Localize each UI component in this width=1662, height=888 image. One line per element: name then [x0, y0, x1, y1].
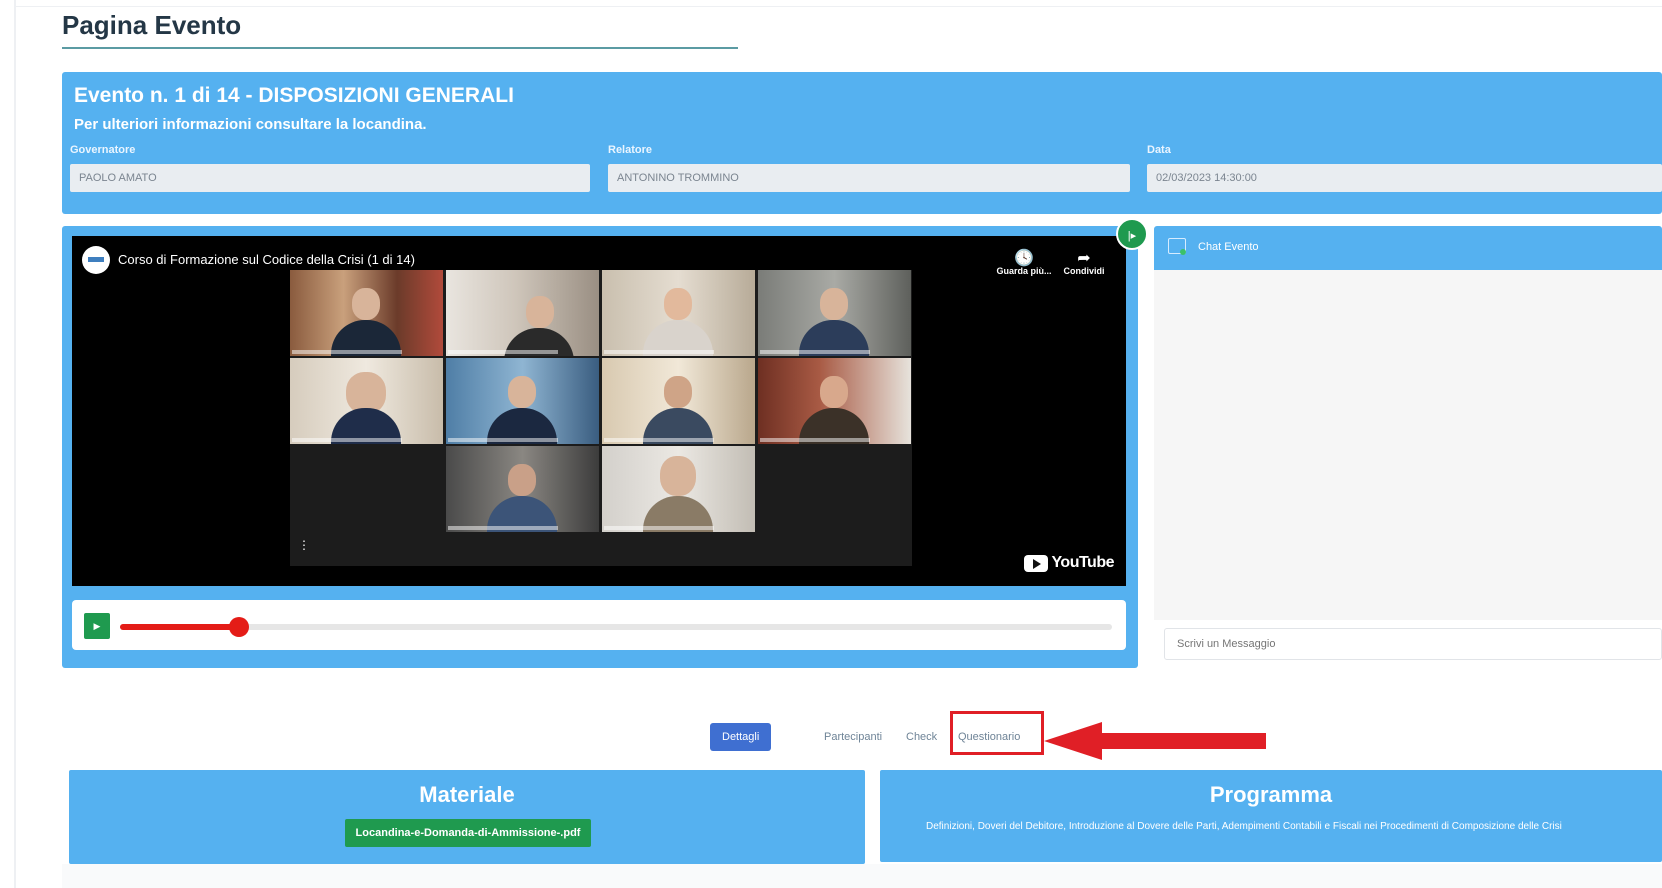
content-footer [62, 864, 1662, 888]
participant-tile [602, 270, 755, 356]
participant-tile [602, 358, 755, 444]
play-button[interactable]: ▶ [84, 613, 110, 639]
chat-message-input[interactable] [1164, 628, 1662, 660]
participant-tile [446, 270, 599, 356]
play-icon: ▶ [93, 621, 101, 631]
materials-card: Materiale Locandina-e-Domanda-di-Ammissi… [69, 770, 865, 864]
video-player[interactable]: Corso di Formazione sul Codice della Cri… [72, 236, 1126, 586]
download-file-button[interactable]: Locandina-e-Domanda-di-Ammissione-.pdf [345, 819, 591, 847]
annotation-arrow-icon [1044, 722, 1266, 760]
share-button[interactable]: ➦ Condividi [1054, 248, 1114, 276]
program-heading: Programma [1209, 782, 1333, 807]
annotation-highlight-box [950, 711, 1044, 755]
tab-dettagli-evento[interactable]: Dettagli Evento [710, 723, 772, 771]
participant-tile [290, 270, 443, 356]
video-card: Corso di Formazione sul Codice della Cri… [62, 226, 1138, 668]
chat-title: Chat Evento [1198, 241, 1259, 253]
tab-partecipanti[interactable]: Partecipanti [824, 723, 882, 751]
share-label: Condividi [1063, 266, 1105, 276]
top-border [14, 6, 1662, 7]
player-controls: ▶ [72, 600, 1126, 650]
youtube-play-icon [1024, 554, 1049, 572]
sidebar-toggle-icon: |▸ [1127, 230, 1137, 242]
participant-tile [290, 358, 443, 444]
channel-avatar[interactable] [82, 246, 110, 274]
chat-avatar-icon [1168, 238, 1186, 255]
participant-tile [758, 270, 911, 356]
chat-input-area [1154, 620, 1662, 670]
youtube-logo-icon[interactable]: YouTube [1024, 554, 1114, 572]
watch-later-label: Guarda più... [996, 266, 1052, 276]
participant-tile [446, 358, 599, 444]
data-label: Data [1147, 144, 1171, 156]
participants-grid: ⋮ [290, 270, 912, 566]
share-icon: ➦ [1077, 250, 1091, 267]
participant-tile [758, 358, 911, 444]
relatore-field: ANTONINO TROMMINO [608, 164, 1130, 192]
materials-heading: Materiale [419, 782, 515, 807]
event-subtitle: Per ulteriori informazioni consultare la… [74, 116, 427, 133]
participant-options-icon[interactable]: ⋮ [298, 538, 310, 552]
progress-handle[interactable] [229, 617, 250, 637]
chat-messages [1154, 270, 1662, 620]
participant-tile [602, 446, 755, 532]
governatore-field: PAOLO AMATO [70, 164, 590, 192]
youtube-brand: YouTube [1051, 554, 1114, 571]
title-underline [62, 47, 738, 49]
left-border [14, 0, 16, 888]
relatore-label: Relatore [608, 144, 653, 156]
chat-panel: Chat Evento [1154, 226, 1662, 670]
data-field: 02/03/2023 14:30:00 [1147, 164, 1662, 192]
event-info-card: Evento n. 1 di 14 - DISPOSIZIONI GENERAL… [62, 72, 1662, 214]
governatore-label: Governatore [70, 144, 136, 156]
program-description: Definizioni, Doveri del Debitore, Introd… [926, 821, 1562, 832]
sidebar-toggle-button[interactable]: |▸ [1116, 218, 1148, 250]
chat-header: Chat Evento [1154, 226, 1662, 270]
participant-tile [446, 446, 599, 532]
program-card: Programma Definizioni, Doveri del Debito… [880, 770, 1662, 862]
clock-icon: 🕓 [1014, 250, 1034, 267]
event-title: Evento n. 1 di 14 - DISPOSIZIONI GENERAL… [74, 84, 514, 107]
page-title: Pagina Evento [62, 10, 242, 40]
tab-check[interactable]: Check [906, 723, 937, 751]
progress-fill [120, 624, 240, 630]
progress-track[interactable] [120, 617, 1112, 637]
video-title[interactable]: Corso di Formazione sul Codice della Cri… [118, 252, 415, 267]
watch-later-button[interactable]: 🕓 Guarda più... [994, 248, 1054, 276]
